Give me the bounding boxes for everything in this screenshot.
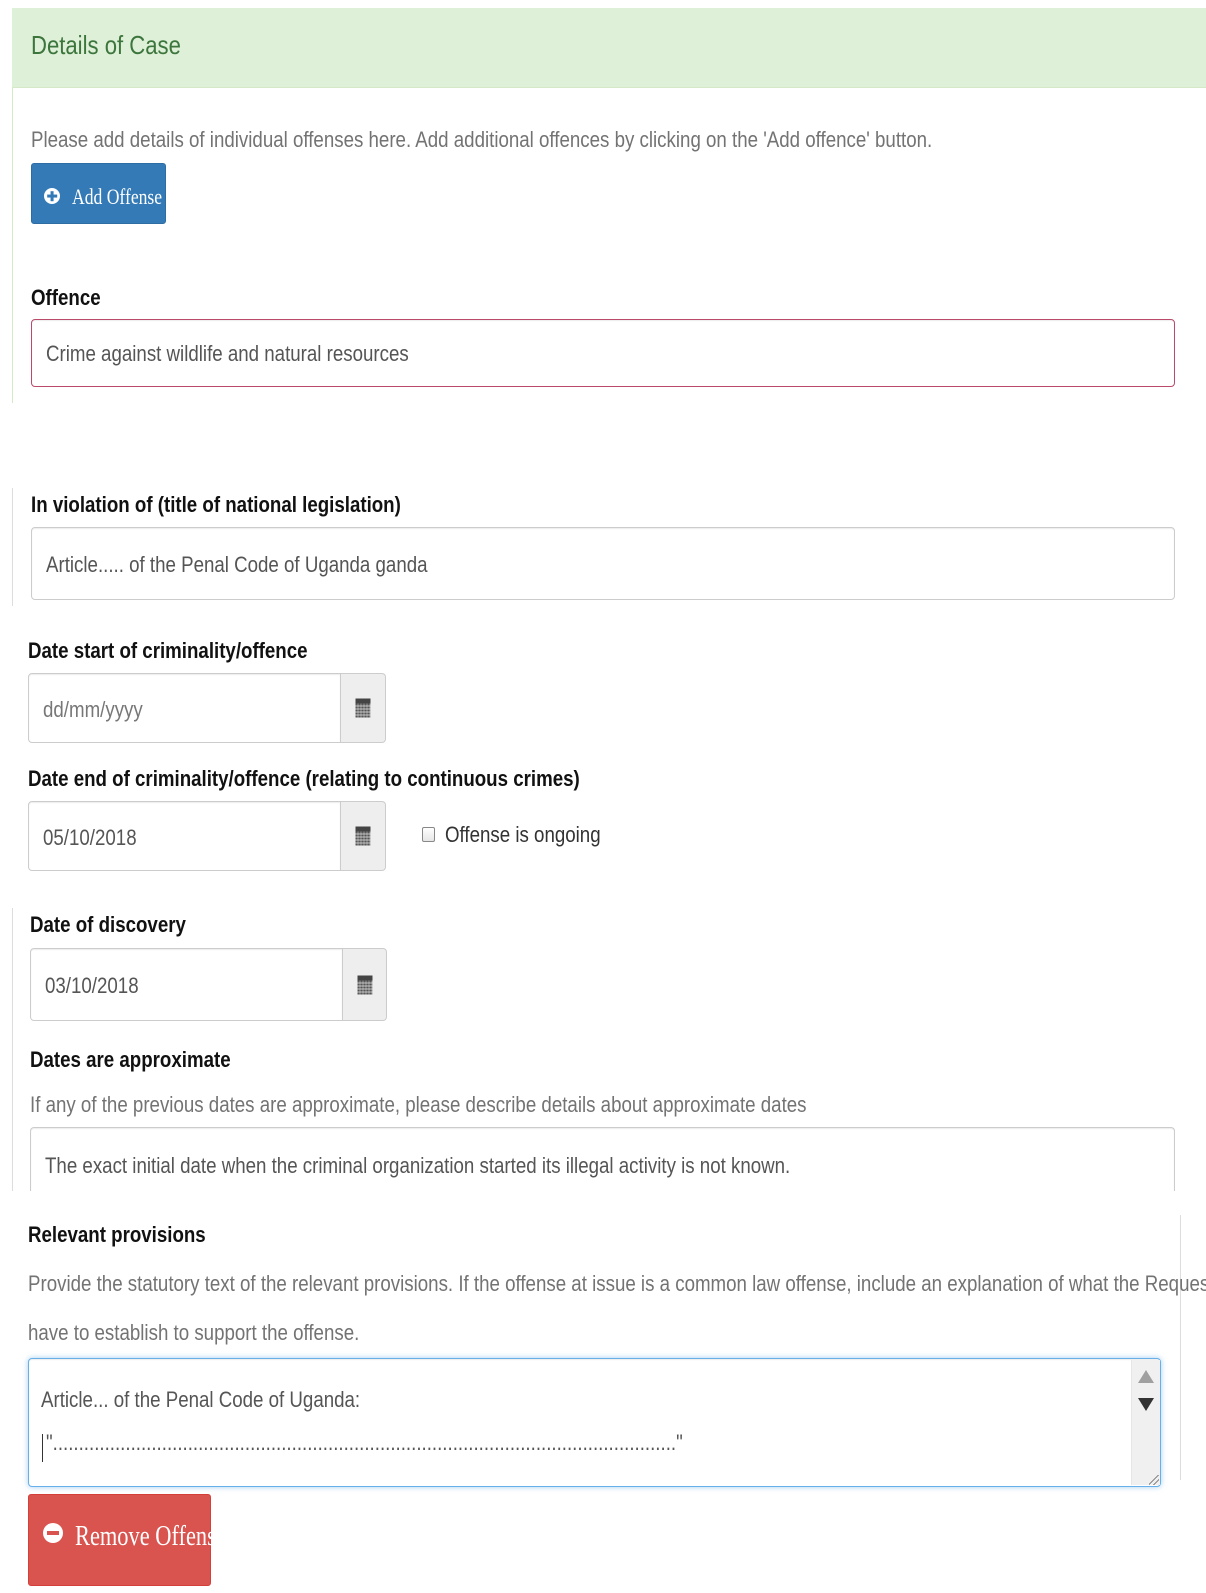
date-discovery-calendar-button[interactable] <box>343 948 387 1021</box>
calendar-icon <box>357 975 372 994</box>
offence-label: Offence <box>31 285 101 310</box>
date-discovery-label: Date of discovery <box>30 912 186 937</box>
resize-handle-icon[interactable] <box>1149 1475 1159 1485</box>
approximate-value: The exact initial date when the criminal… <box>45 1153 791 1178</box>
date-start-placeholder: dd/mm/yyyy <box>43 697 143 722</box>
date-start-calendar-button[interactable] <box>341 673 386 743</box>
date-end-input[interactable]: 05/10/2018 <box>28 801 341 871</box>
approximate-label: Dates are approximate <box>30 1047 231 1072</box>
date-end-label: Date end of criminality/offence (relatin… <box>28 766 580 791</box>
date-end-calendar-button[interactable] <box>341 801 386 871</box>
provisions-textarea[interactable]: Article... of the Penal Code of Uganda: … <box>28 1358 1161 1487</box>
provisions-value-line-1: Article... of the Penal Code of Uganda: <box>41 1387 361 1412</box>
case-details-page: Details of Case Please add details of in… <box>0 0 1206 1593</box>
offense-ongoing-checkbox[interactable] <box>422 827 435 842</box>
date-start-input[interactable]: dd/mm/yyyy <box>28 673 341 743</box>
offense-ongoing-label[interactable]: Offense is ongoing <box>445 822 601 848</box>
add-offense-label: Add Offense <box>72 184 163 209</box>
violation-label: In violation of (title of national legis… <box>31 492 401 517</box>
provisions-help-line-1: Provide the statutory text of the releva… <box>28 1271 1206 1296</box>
date-end-value: 05/10/2018 <box>43 825 137 850</box>
calendar-icon <box>355 826 371 846</box>
date-discovery-value: 03/10/2018 <box>45 973 139 998</box>
intro-help-text: Please add details of individual offense… <box>31 127 933 152</box>
panel-heading: Details of Case <box>12 8 1206 88</box>
violation-value: Article..... of the Penal Code of Uganda… <box>46 552 428 577</box>
date-discovery-input[interactable]: 03/10/2018 <box>30 948 343 1021</box>
provisions-label: Relevant provisions <box>28 1222 206 1247</box>
minus-circle-icon <box>43 1523 63 1543</box>
text-caret <box>42 1434 43 1462</box>
section-rule <box>12 488 13 606</box>
section-rule <box>1180 1215 1181 1480</box>
violation-field[interactable]: Article..... of the Penal Code of Uganda… <box>31 527 1175 600</box>
remove-offense-button[interactable]: Remove Offense <box>28 1494 226 1586</box>
panel-title: Details of Case <box>31 30 181 60</box>
scroll-up-icon[interactable] <box>1138 1370 1154 1383</box>
section-rule <box>12 908 13 1191</box>
add-offense-button[interactable]: Add Offense <box>31 163 166 224</box>
offence-field[interactable]: Crime against wildlife and natural resou… <box>31 319 1175 387</box>
section-divider <box>0 1191 1206 1207</box>
calendar-icon <box>355 698 371 718</box>
provisions-value-line-2: ".......................................… <box>46 1430 683 1455</box>
remove-offense-label: Remove Offense <box>75 1521 226 1552</box>
provisions-help-line-2: have to establish to support the offense… <box>28 1320 360 1345</box>
approximate-help-text: If any of the previous dates are approxi… <box>30 1092 807 1117</box>
scroll-down-icon[interactable] <box>1138 1398 1154 1411</box>
provisions-scrollbar[interactable] <box>1131 1360 1160 1485</box>
date-start-label: Date start of criminality/offence <box>28 638 308 663</box>
plus-circle-icon <box>44 188 60 204</box>
offence-value: Crime against wildlife and natural resou… <box>46 341 409 366</box>
